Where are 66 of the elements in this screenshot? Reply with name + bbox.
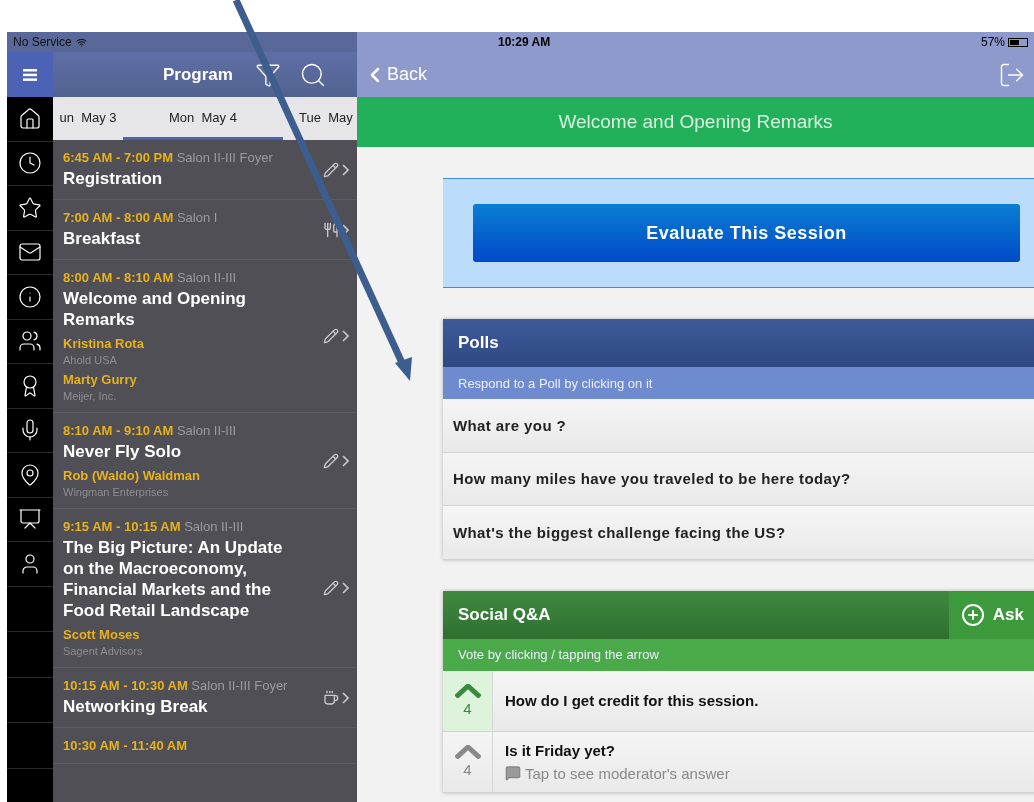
- chevron-right-icon: [342, 691, 349, 704]
- home-icon: [18, 106, 42, 131]
- session-time: 10:15 AM - 10:30 AM Salon II-III Foyer: [63, 678, 289, 693]
- up-chevron-icon: [454, 745, 481, 759]
- up-chevron-icon: [454, 684, 481, 698]
- session-title: Never Fly Solo: [63, 441, 183, 462]
- session-title: Registration: [63, 168, 164, 189]
- ask-button[interactable]: Ask: [948, 590, 1034, 639]
- speaker-name: Scott Moses: [63, 627, 141, 642]
- session-time: 10:30 AM - 11:40 AM: [63, 738, 189, 753]
- question-text: Is it Friday yet?: [505, 741, 617, 759]
- menu-icon: [23, 68, 37, 81]
- speaker-organization: Wingman Enterprises: [63, 486, 170, 498]
- coffee-cup-icon: [323, 689, 339, 706]
- session-time: 8:00 AM - 8:10 AM Salon II-III: [63, 270, 238, 285]
- qa-hint: Vote by clicking / tapping the arrow: [443, 638, 1034, 671]
- battery-percent: 57%: [980, 35, 1005, 49]
- session-title: Breakfast: [63, 228, 142, 249]
- wifi-icon: [75, 36, 87, 48]
- day-tab[interactable]: Tue May: [283, 97, 357, 140]
- polls-header: Polls: [443, 319, 1034, 367]
- poll-question[interactable]: What are you ?: [443, 399, 1034, 453]
- speaker-name: Kristina Rota: [63, 336, 145, 351]
- evaluate-button[interactable]: Evaluate This Session: [473, 204, 1020, 262]
- upvote-button[interactable]: 4: [443, 670, 493, 731]
- clock-icon: [18, 151, 42, 176]
- session-title: Welcome and Opening Remarks: [63, 288, 247, 330]
- qa-header: Social Q&A Ask: [443, 590, 1034, 639]
- clock-time: 10:29 AM: [498, 35, 551, 49]
- pencil-icon: [323, 328, 339, 344]
- poll-question[interactable]: What's the biggest challenge facing the US?: [443, 506, 1034, 560]
- session-time: 7:00 AM - 8:00 AM Salon I: [63, 210, 219, 225]
- info-icon: [18, 284, 42, 309]
- session-time: 6:45 AM - 7:00 PM Salon II-III Foyer: [63, 150, 274, 165]
- speaker-name: Rob (Waldo) Waldman: [63, 468, 201, 483]
- session-title: Networking Break: [63, 696, 209, 717]
- chevron-right-icon: [342, 454, 349, 467]
- program-title: Program: [163, 64, 233, 85]
- session-title-bar: Welcome and Opening Remarks: [357, 97, 1034, 147]
- battery-icon: [1008, 37, 1028, 47]
- speaker-name: Marty Gurry: [63, 372, 138, 387]
- day-tab[interactable]: Mon May 4: [123, 97, 283, 140]
- speaker-organization: Meijer, Inc.: [63, 390, 118, 402]
- chevron-right-icon: [342, 163, 349, 176]
- poll-question[interactable]: How many miles have you traveled to be here today?: [443, 452, 1034, 506]
- carrier-text: No Service: [13, 35, 72, 49]
- chevron-right-icon: [342, 330, 349, 342]
- day-tab[interactable]: un May 3: [53, 97, 123, 140]
- menu-button[interactable]: [7, 52, 53, 97]
- chevron-right-icon: [342, 582, 349, 594]
- chevron-right-icon: [342, 223, 349, 236]
- pencil-icon: [323, 452, 339, 469]
- pencil-icon: [323, 161, 339, 178]
- session-time: 8:10 AM - 9:10 AM Salon II-III: [63, 423, 238, 438]
- star-icon: [18, 195, 42, 220]
- utensils-icon: [323, 221, 339, 238]
- session-title: The Big Picture: An Update on the Macroeconomy, Financial Markets and the Food Retail Landscape: [63, 537, 284, 621]
- question-text: How do I get credit for this session.: [505, 692, 760, 709]
- speech-bubble-icon: [505, 765, 521, 781]
- plus-circle-icon: [960, 602, 985, 627]
- pencil-icon: [323, 580, 339, 596]
- polls-hint: Respond to a Poll by clicking on it: [443, 367, 1034, 399]
- speaker-organization: Ahold USA: [63, 354, 118, 366]
- session-time: 9:15 AM - 10:15 AM Salon II-III: [63, 519, 245, 534]
- map-pin-icon: [18, 462, 42, 487]
- speaker-organization: Sagent Advisors: [63, 645, 144, 657]
